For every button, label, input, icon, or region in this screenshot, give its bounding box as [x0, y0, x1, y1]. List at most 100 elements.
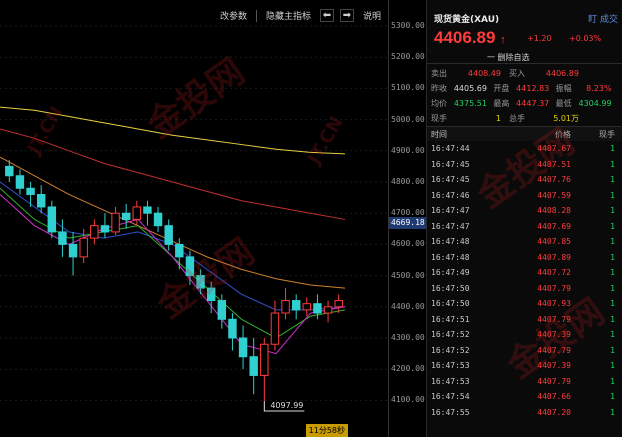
current-price-tag: 4669.18: [389, 216, 427, 229]
trade-price: 4407.93: [537, 299, 571, 309]
price-tick-label: 5300.00: [391, 21, 425, 30]
candle-body: [79, 237, 88, 258]
trade-time: 16:47:52: [431, 345, 470, 355]
time-header: 时间: [431, 129, 447, 139]
candle-body: [270, 312, 280, 345]
candle-body: [36, 193, 46, 208]
price-change-pct: +0.03%: [569, 34, 602, 43]
quote-row: 均价 4375.51 最高 4447.37 最低 4304.99: [431, 96, 618, 111]
trade-price: 4407.76: [537, 175, 571, 185]
price-tick-label: 4500.00: [391, 270, 425, 280]
trade-time: 16:47:53: [431, 376, 470, 386]
prev-arrow-icon[interactable]: ⬅: [319, 9, 334, 22]
trade-time: 16:47:46: [431, 190, 470, 200]
price-tick-label: 4300.00: [391, 333, 425, 342]
edit-params-button[interactable]: 改参数: [217, 8, 250, 23]
candle-body: [206, 287, 216, 302]
trade-price: 4407.72: [537, 268, 571, 278]
candle-body: [196, 275, 205, 289]
trade-row: 16:47:55 4407.20 1: [427, 405, 622, 421]
trade-time: 16:47:51: [431, 314, 470, 324]
quote-value: 4447.37: [516, 99, 550, 108]
price-tick-label: 4100.00: [391, 395, 425, 405]
quote-label: 最低: [555, 99, 572, 108]
trade-row: 16:47:48 4407.85 1: [427, 234, 622, 250]
price-tick-label: 4900.00: [391, 145, 425, 155]
price-tick-label: 4800.00: [391, 177, 425, 186]
volume-link[interactable]: 盯 成交: [588, 12, 618, 25]
trade-time: 16:47:52: [431, 330, 470, 340]
hide-main-indicator-button[interactable]: 隐藏主指标: [263, 8, 314, 23]
candle-body: [153, 212, 163, 227]
trade-price: 4407.67: [537, 144, 571, 154]
trade-volume: 1: [610, 299, 615, 309]
candle-body: [185, 256, 195, 277]
trade-price: 4407.69: [537, 221, 571, 231]
quote-stats: 卖出 4408.49 买入 4406.89 昨收 4405.69 开盘 4412.83 振幅 8.…: [427, 64, 622, 127]
quote-row: 昨收 4405.69 开盘 4412.83 振幅 8.23%: [431, 81, 618, 96]
candle-body: [334, 300, 343, 308]
trade-row: 16:47:50 4407.93 1: [427, 296, 622, 312]
price-tick-label: 5100.00: [391, 83, 425, 93]
trade-price: 4407.39: [537, 330, 571, 340]
quote-label: 开盘: [493, 84, 510, 93]
candlestick-chart[interactable]: 4097.99 改参数 隐藏主指标 ⬅ ➡ 说明 11分58秒: [0, 0, 388, 437]
candle-body: [281, 300, 290, 314]
quote-label: 振幅: [555, 84, 572, 93]
candle-body: [15, 175, 25, 189]
trade-volume: 1: [610, 221, 615, 231]
price-tick-label: 4400.00: [391, 301, 425, 311]
low-price-label: 4097.99: [270, 401, 303, 410]
trade-row: 16:47:47 4408.28 1: [427, 203, 622, 219]
trade-volume: 1: [610, 144, 615, 154]
trade-time: 16:47:53: [431, 361, 470, 371]
trade-volume: 1: [610, 268, 615, 278]
trade-time: 16:47:47: [431, 206, 470, 216]
trade-volume: 1: [610, 314, 615, 324]
quote-value: 4412.83: [516, 84, 550, 93]
candle-countdown: 11分58秒: [305, 424, 348, 437]
instrument-title: 现货黄金(XAU): [434, 15, 500, 25]
volume-header: 现手: [599, 129, 615, 139]
trade-row: 16:47:52 4407.79 1: [427, 343, 622, 359]
candle-body: [291, 300, 301, 311]
quote-header: 现货黄金(XAU) 盯 成交 4406.89 ↑ +1.20 +0.03% 一 …: [427, 0, 622, 64]
candle-body: [323, 306, 333, 314]
chart-canvas[interactable]: 4097.99: [0, 0, 388, 437]
trade-price: 4407.51: [537, 159, 571, 169]
trade-price: 4407.20: [537, 407, 571, 417]
candle-body: [217, 300, 227, 320]
remove-favorite-button[interactable]: 一 删除自选: [487, 52, 530, 63]
trade-price: 4407.79: [537, 376, 571, 386]
trade-row: 16:47:53 4407.39 1: [427, 358, 622, 374]
trade-time: 16:47:47: [431, 221, 470, 231]
trade-time: 16:47:50: [431, 299, 470, 309]
trade-volume: 1: [610, 407, 615, 417]
trade-price: 4407.89: [537, 252, 571, 262]
quote-panel: 现货黄金(XAU) 盯 成交 4406.89 ↑ +1.20 +0.03% 一 …: [426, 0, 622, 437]
trade-volume: 1: [610, 361, 615, 371]
trade-time: 16:47:54: [431, 392, 470, 402]
quote-value: 5.01万: [553, 114, 579, 123]
trade-row: 16:47:52 4407.39 1: [427, 327, 622, 343]
candle-body: [164, 225, 173, 245]
trade-price: 4407.79: [537, 314, 571, 324]
trade-volume: 1: [610, 206, 615, 216]
trade-time: 16:47:55: [431, 407, 470, 417]
trade-volume: 1: [610, 237, 615, 247]
trade-volume: 1: [610, 159, 615, 169]
price-change: +1.20: [527, 34, 552, 43]
trade-volume: 1: [610, 175, 615, 185]
moving-average-line: [0, 106, 346, 155]
help-button[interactable]: 说明: [360, 8, 384, 23]
quote-value: 4406.89: [545, 69, 579, 78]
next-arrow-icon[interactable]: ➡: [339, 9, 354, 22]
trade-list[interactable]: 16:47:44 4407.67 1 16:47:45 4407.51 1 16:47:45…: [427, 141, 622, 420]
trade-row: 16:47:45 4407.51 1: [427, 157, 622, 173]
trade-list-header: 时间 价格 现手: [427, 127, 622, 141]
trade-price: 4407.79: [537, 345, 571, 355]
trade-price: 4407.85: [537, 237, 571, 247]
candle-body: [100, 225, 110, 233]
candle-body: [249, 356, 258, 376]
trade-time: 16:47:48: [431, 237, 470, 247]
